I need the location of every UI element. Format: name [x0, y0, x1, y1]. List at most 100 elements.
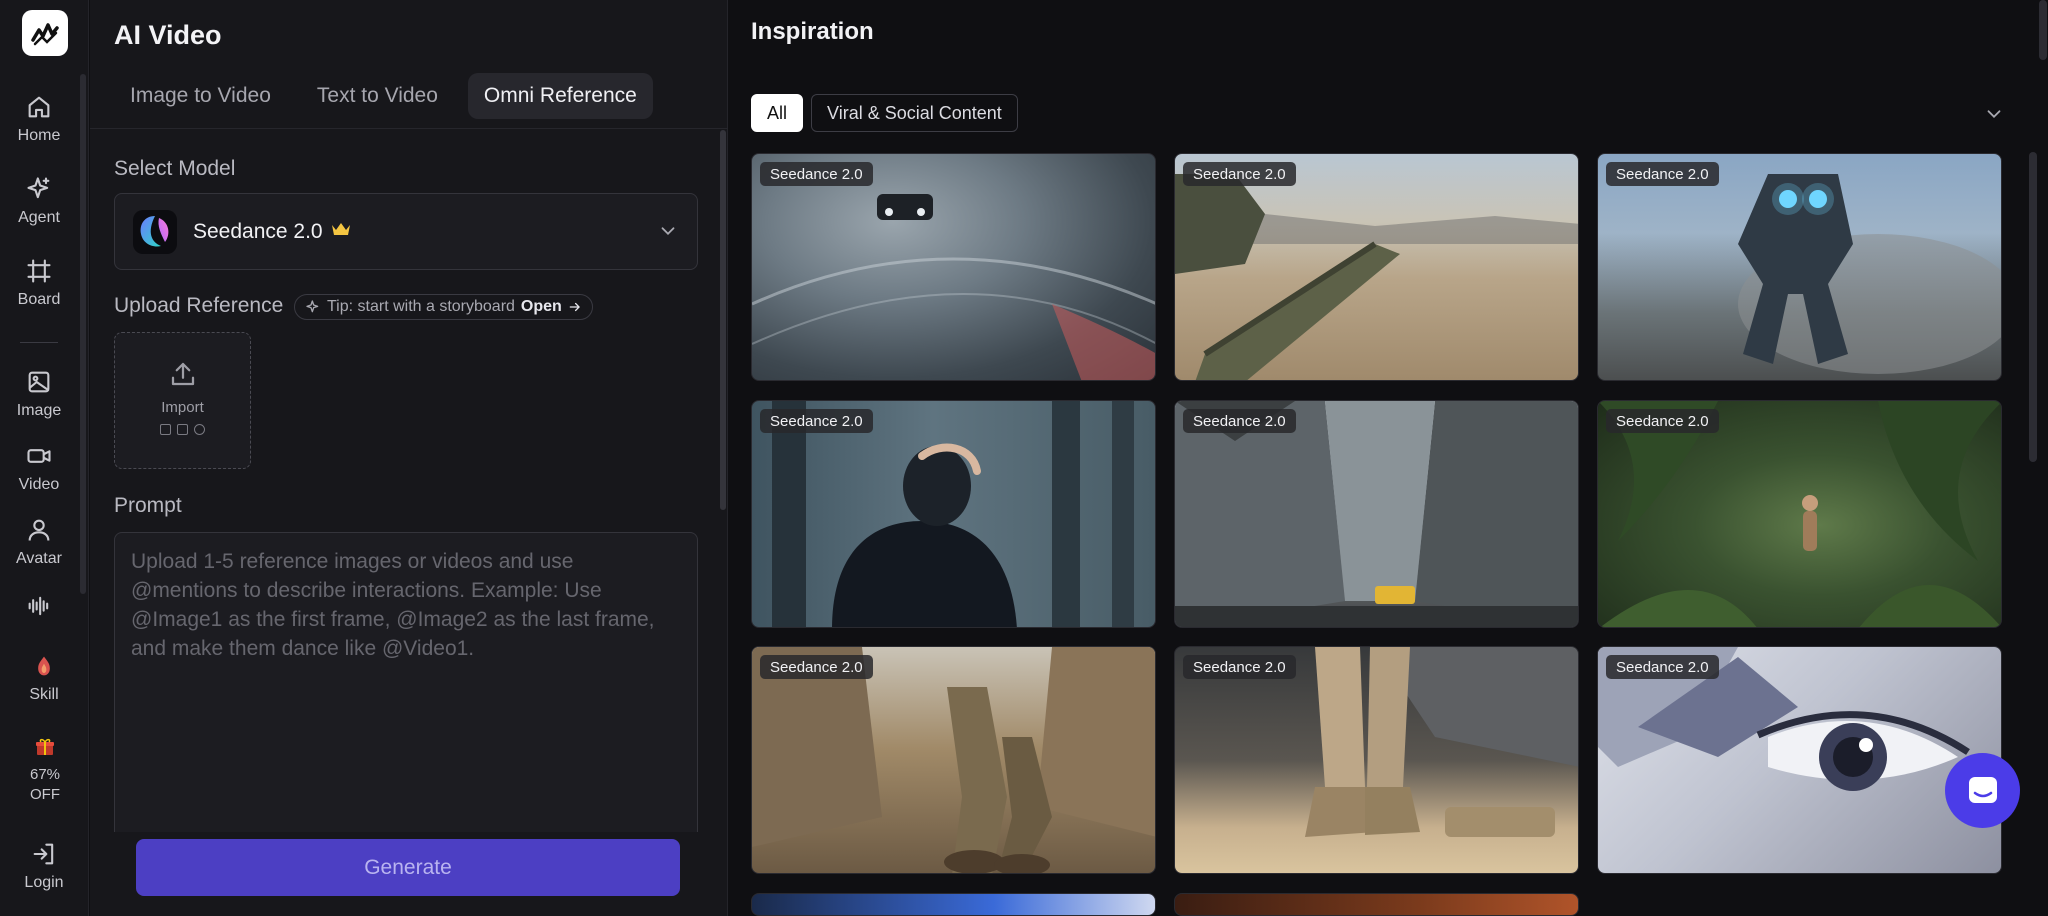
rail-item-skill[interactable]: Skill — [5, 652, 83, 704]
model-badge: Seedance 2.0 — [1183, 655, 1296, 679]
video-type-icon — [177, 424, 188, 435]
audio-type-icon — [194, 424, 205, 435]
rail-item-board[interactable]: Board — [0, 257, 78, 309]
prompt-label: Prompt — [114, 494, 182, 517]
image-icon — [28, 371, 50, 393]
soldiers-ruins-thumbnail — [752, 647, 1155, 873]
rail-divider — [20, 342, 58, 343]
model-badge: Seedance 2.0 — [1606, 162, 1719, 186]
upload-reference-label: Upload Reference — [114, 294, 284, 317]
video-icon — [27, 449, 51, 463]
model-badge: Seedance 2.0 — [1606, 655, 1719, 679]
board-icon — [27, 259, 51, 283]
panel-scrollbar[interactable] — [720, 130, 726, 510]
race-car-thumbnail — [752, 194, 1155, 380]
model-select[interactable]: Seedance 2.0 — [114, 193, 698, 270]
mech-robot-thumbnail — [1738, 174, 2001, 374]
anime-eye-thumbnail — [1598, 647, 1970, 791]
rail-label-video: Video — [18, 476, 60, 493]
arrow-right-icon — [569, 302, 580, 312]
chevron-down-icon[interactable] — [1983, 103, 2005, 125]
sparkle-icon — [306, 300, 319, 313]
chip-all[interactable]: All — [751, 94, 804, 132]
tip-open-link[interactable]: Open — [521, 298, 562, 316]
mode-tabs: Image to Video Text to Video Omni Refere… — [114, 73, 653, 119]
tab-image-to-video[interactable]: Image to Video — [114, 73, 287, 119]
rail-item-avatar[interactable]: Avatar — [0, 516, 78, 568]
app-logo[interactable] — [22, 10, 68, 56]
chip-viral-social[interactable]: Viral & Social Content — [811, 94, 1018, 132]
skill-icon — [38, 656, 50, 676]
select-model-label: Select Model — [114, 157, 236, 180]
rail-label-agent: Agent — [18, 209, 60, 226]
inspiration-card[interactable]: Seedance 2.0 — [1174, 646, 1579, 874]
left-rail: Home Agent Board Image Video Avatar Skil — [0, 0, 89, 916]
chat-icon — [1968, 776, 1997, 803]
grid-scrollbar[interactable] — [2029, 152, 2037, 462]
inspiration-panel: Inspiration All Viral & Social Content S… — [728, 0, 2048, 916]
model-badge: Seedance 2.0 — [1606, 409, 1719, 433]
avatar-icon — [28, 519, 50, 541]
inspiration-card[interactable]: Seedance 2.0 — [751, 400, 1156, 628]
gift-icon — [36, 738, 54, 755]
inspiration-card[interactable]: Seedance 2.0 — [751, 646, 1156, 874]
forest-person-thumbnail — [772, 401, 1134, 627]
rail-item-login[interactable]: Login — [5, 840, 83, 892]
image-type-icon — [160, 424, 171, 435]
tab-text-to-video[interactable]: Text to Video — [301, 73, 454, 119]
chevron-down-icon — [661, 227, 675, 236]
jungle-thumbnail — [1598, 401, 2001, 627]
model-badge: Seedance 2.0 — [1183, 162, 1296, 186]
storyboard-tip[interactable]: Tip: start with a storyboard Open — [294, 294, 593, 320]
rail-label-board: Board — [17, 291, 61, 308]
model-name: Seedance 2.0 — [193, 219, 323, 243]
inspiration-card[interactable]: Seedance 2.0 — [751, 153, 1156, 381]
import-label: Import — [161, 399, 204, 416]
generate-button[interactable]: Generate — [136, 839, 680, 896]
tabs-divider — [90, 128, 728, 129]
rail-label-login: Login — [24, 874, 64, 891]
boots-hangar-thumbnail — [1305, 647, 1578, 837]
crown-icon — [331, 220, 351, 243]
rail-item-video[interactable]: Video — [0, 442, 78, 494]
model-badge: Seedance 2.0 — [760, 409, 873, 433]
category-chips: All Viral & Social Content — [751, 94, 1018, 132]
import-reference-button[interactable]: Import — [114, 332, 251, 469]
model-badge: Seedance 2.0 — [1183, 409, 1296, 433]
page-title: AI Video — [114, 20, 222, 50]
promo-percent: 67% — [29, 766, 61, 783]
rail-item-agent[interactable]: Agent — [0, 175, 78, 227]
inspiration-card[interactable]: Seedance 2.0 — [1174, 400, 1579, 628]
waveform-icon — [28, 596, 49, 616]
rail-item-audio[interactable] — [0, 592, 78, 632]
rail-label-image: Image — [16, 402, 62, 419]
promo-off: OFF — [30, 786, 60, 803]
inspiration-title: Inspiration — [751, 18, 874, 45]
promo-badge[interactable]: 67% OFF — [22, 735, 68, 805]
model-badge: Seedance 2.0 — [760, 655, 873, 679]
seedance-logo-icon — [140, 215, 169, 246]
rail-label-avatar: Avatar — [16, 550, 62, 567]
city-street-thumbnail — [1175, 401, 1578, 627]
sparkle-icon — [27, 177, 50, 199]
rail-scrollbar[interactable] — [80, 74, 86, 594]
inspiration-card-partial[interactable] — [1174, 893, 1579, 916]
home-icon — [28, 96, 50, 118]
tab-omni-reference[interactable]: Omni Reference — [467, 73, 653, 119]
chat-support-button[interactable] — [1945, 753, 2020, 828]
rail-item-home[interactable]: Home — [0, 93, 78, 145]
inspiration-card[interactable]: Seedance 2.0 — [1174, 153, 1579, 381]
inspiration-card[interactable]: Seedance 2.0 — [1597, 646, 2002, 874]
inspiration-card-partial[interactable] — [751, 893, 1156, 916]
rail-item-image[interactable]: Image — [0, 368, 78, 420]
rail-label-home: Home — [17, 127, 61, 144]
model-logo — [133, 209, 177, 254]
page-scrollbar[interactable] — [2039, 0, 2047, 60]
model-badge: Seedance 2.0 — [760, 162, 873, 186]
prompt-input[interactable] — [114, 532, 698, 832]
inspiration-card[interactable]: Seedance 2.0 — [1597, 400, 2002, 628]
media-type-icons — [160, 424, 205, 435]
inspiration-card[interactable]: Seedance 2.0 — [1597, 153, 2002, 381]
login-icon — [33, 843, 54, 865]
rail-label-skill: Skill — [29, 686, 59, 703]
